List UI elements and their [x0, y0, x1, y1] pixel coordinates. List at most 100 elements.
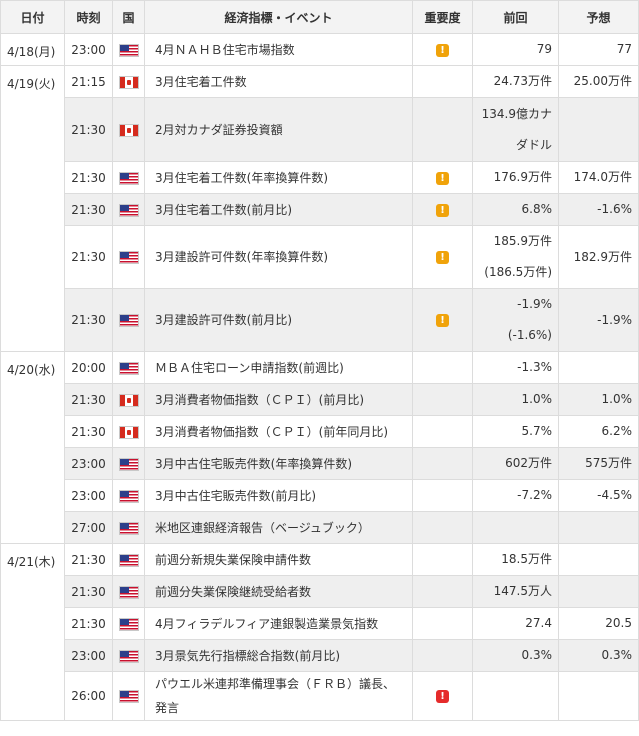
country-cell	[112, 33, 145, 66]
previous-value: 18.5万件	[472, 543, 559, 576]
table-row: 21:30 3月消費者物価指数（ＣＰＩ）(前月比) 1.0% 1.0%	[1, 383, 639, 416]
previous-value: -1.3%	[472, 351, 559, 384]
importance-cell: !	[412, 33, 473, 66]
header-previous: 前回	[472, 0, 559, 34]
table-row: 21:30 3月住宅着工件数(年率換算件数)! 176.9万件 174.0万件	[1, 161, 639, 194]
previous-value	[472, 671, 559, 721]
us-flag-icon	[118, 171, 139, 185]
previous-value: 1.0%	[472, 383, 559, 416]
us-flag-icon	[118, 690, 139, 703]
importance-cell: !	[412, 225, 473, 289]
country-cell	[112, 607, 145, 640]
time-cell: 21:30	[64, 575, 113, 608]
previous-value: 0.3%	[472, 639, 559, 672]
time-cell: 23:00	[64, 639, 113, 672]
importance-high-icon: !	[436, 690, 449, 703]
previous-value-line: 0.3%	[521, 648, 553, 662]
importance-cell	[412, 447, 473, 480]
importance-cell	[412, 575, 473, 608]
country-cell	[112, 575, 145, 608]
importance-cell	[412, 97, 473, 162]
us-flag-icon	[118, 553, 139, 567]
importance-medium-icon: !	[436, 314, 449, 327]
header-forecast: 予想	[558, 0, 639, 34]
country-cell	[112, 161, 145, 194]
previous-value-line: 602万件	[505, 456, 552, 470]
country-cell	[112, 193, 145, 226]
country-cell	[112, 383, 145, 416]
ca-flag-icon	[118, 75, 139, 89]
importance-cell	[412, 479, 473, 512]
importance-medium-icon: !	[436, 43, 449, 57]
time-cell: 21:30	[64, 193, 113, 226]
forecast-value: 575万件	[558, 447, 639, 480]
event-name: 3月中古住宅販売件数(年率換算件数)	[144, 447, 413, 480]
time-cell: 21:30	[64, 161, 113, 194]
table-row: 21:30 2月対カナダ証券投資額 134.9億カナ ダドル	[1, 97, 639, 162]
previous-value-line: 27.4	[525, 616, 552, 630]
table-row: 21:30 前週分失業保険継続受給者数 147.5万人	[1, 575, 639, 608]
event-name: 3月消費者物価指数（ＣＰＩ）(前月比)	[144, 383, 413, 416]
header-country: 国	[112, 0, 145, 34]
importance-cell	[412, 415, 473, 448]
previous-value: 602万件	[472, 447, 559, 480]
header-importance: 重要度	[412, 0, 473, 34]
previous-value: -7.2%	[472, 479, 559, 512]
forecast-value	[558, 671, 639, 721]
header-time: 時刻	[64, 0, 113, 34]
table-row: 21:30 3月消費者物価指数（ＣＰＩ）(前年同月比) 5.7% 6.2%	[1, 415, 639, 448]
event-name: 2月対カナダ証券投資額	[144, 97, 413, 162]
country-cell	[112, 543, 145, 576]
country-cell	[112, 447, 145, 480]
previous-value-line: 5.7%	[521, 424, 553, 438]
ca-flag-icon	[118, 123, 139, 137]
header-event: 経済指標・イベント	[144, 0, 413, 34]
previous-value: 5.7%	[472, 415, 559, 448]
event-name: 3月景気先行指標総合指数(前月比)	[144, 639, 413, 672]
importance-medium-icon: !	[436, 251, 449, 264]
previous-value: 24.73万件	[472, 65, 559, 98]
time-cell: 21:30	[64, 543, 113, 576]
table-row: 21:30 3月建設許可件数(前月比)! -1.9% (-1.6%) -1.9%	[1, 288, 639, 352]
forecast-value	[558, 543, 639, 576]
event-name: 3月住宅着工件数	[144, 65, 413, 98]
previous-value-line: 185.9万件	[493, 234, 552, 248]
previous-value: 176.9万件	[472, 161, 559, 194]
event-name: 3月住宅着工件数(年率換算件数)	[144, 161, 413, 194]
ca-flag-icon	[118, 393, 139, 407]
previous-value: 79	[472, 33, 559, 66]
event-name: 3月消費者物価指数（ＣＰＩ）(前年同月比)	[144, 415, 413, 448]
importance-cell	[412, 383, 473, 416]
time-cell: 23:00	[64, 479, 113, 512]
forecast-value	[558, 575, 639, 608]
forecast-value	[558, 97, 639, 162]
us-flag-icon	[118, 649, 139, 663]
us-flag-icon	[118, 521, 139, 535]
forecast-value: 1.0%	[558, 383, 639, 416]
time-cell: 21:30	[64, 97, 113, 162]
country-cell	[112, 225, 145, 289]
event-name: 3月建設許可件数(年率換算件数)	[144, 225, 413, 289]
country-cell	[112, 639, 145, 672]
economic-calendar-table: 日付 時刻 国 経済指標・イベント 重要度 前回 予想 4/18(月) 23:00…	[0, 0, 639, 721]
country-cell	[112, 479, 145, 512]
importance-cell: !	[412, 671, 473, 721]
ca-flag-icon	[118, 425, 139, 439]
time-cell: 21:30	[64, 415, 113, 448]
forecast-value: 0.3%	[558, 639, 639, 672]
previous-value-line: ダドル	[515, 137, 552, 152]
us-flag-icon	[118, 203, 139, 217]
table-row: 4/18(月) 23:00 4月ＮＡＨＢ住宅市場指数! 79 77	[0, 33, 639, 66]
event-name: 4月ＮＡＨＢ住宅市場指数	[144, 33, 413, 66]
importance-cell	[412, 351, 473, 384]
time-cell: 21:30	[64, 225, 113, 289]
time-cell: 23:00	[64, 447, 113, 480]
country-cell	[112, 415, 145, 448]
table-row: 23:00 3月中古住宅販売件数(前月比) -7.2% -4.5%	[1, 479, 639, 512]
forecast-value: 6.2%	[558, 415, 639, 448]
date-cell: 4/21(木)	[0, 543, 65, 721]
importance-medium-icon: !	[436, 203, 449, 217]
date-cell: 4/19(火)	[0, 65, 65, 352]
previous-value-line: (186.5万件)	[484, 265, 552, 279]
previous-value-line: (-1.6%)	[507, 328, 552, 342]
